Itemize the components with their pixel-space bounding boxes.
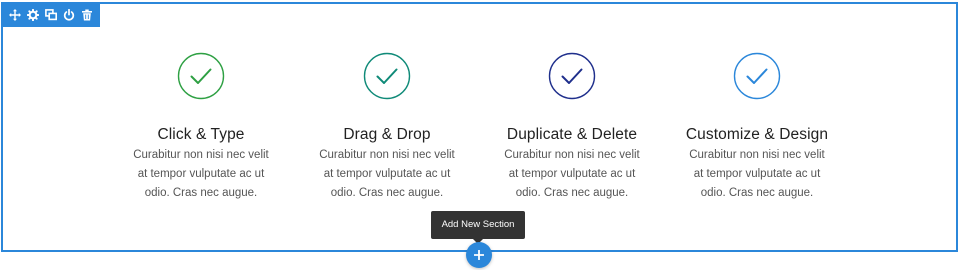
check-circle-icon <box>177 52 225 100</box>
plus-icon <box>474 250 484 260</box>
feature-description: Curabitur non nisi nec velit at tempor v… <box>689 149 825 199</box>
settings-icon[interactable] <box>26 8 39 21</box>
add-section-tooltip: Add New Section <box>431 211 525 244</box>
check-circle-icon <box>733 52 781 100</box>
power-icon[interactable] <box>62 8 75 21</box>
section-toolbar <box>1 2 100 27</box>
feature-description: Curabitur non nisi nec velit at tempor v… <box>133 149 269 199</box>
feature-drag-drop: Drag & Drop Curabitur non nisi nec velit… <box>294 52 480 203</box>
feature-title: Duplicate & Delete <box>506 126 638 143</box>
duplicate-icon[interactable] <box>44 8 57 21</box>
feature-click-type: Click & Type Curabitur non nisi nec veli… <box>108 52 294 203</box>
add-section-button[interactable] <box>466 242 492 268</box>
feature-duplicate-delete: Duplicate & Delete Curabitur non nisi ne… <box>479 52 665 203</box>
feature-description: Curabitur non nisi nec velit at tempor v… <box>319 149 455 199</box>
feature-title: Customize & Design <box>685 126 829 143</box>
check-circle-icon <box>548 52 596 100</box>
feature-customize-design: Customize & Design Curabitur non nisi ne… <box>664 52 850 203</box>
feature-title: Click & Type <box>157 126 245 143</box>
feature-title: Drag & Drop <box>343 126 431 143</box>
feature-description: Curabitur non nisi nec velit at tempor v… <box>504 149 640 199</box>
trash-icon[interactable] <box>80 8 93 21</box>
check-circle-icon <box>363 52 411 100</box>
move-icon[interactable] <box>8 8 21 21</box>
